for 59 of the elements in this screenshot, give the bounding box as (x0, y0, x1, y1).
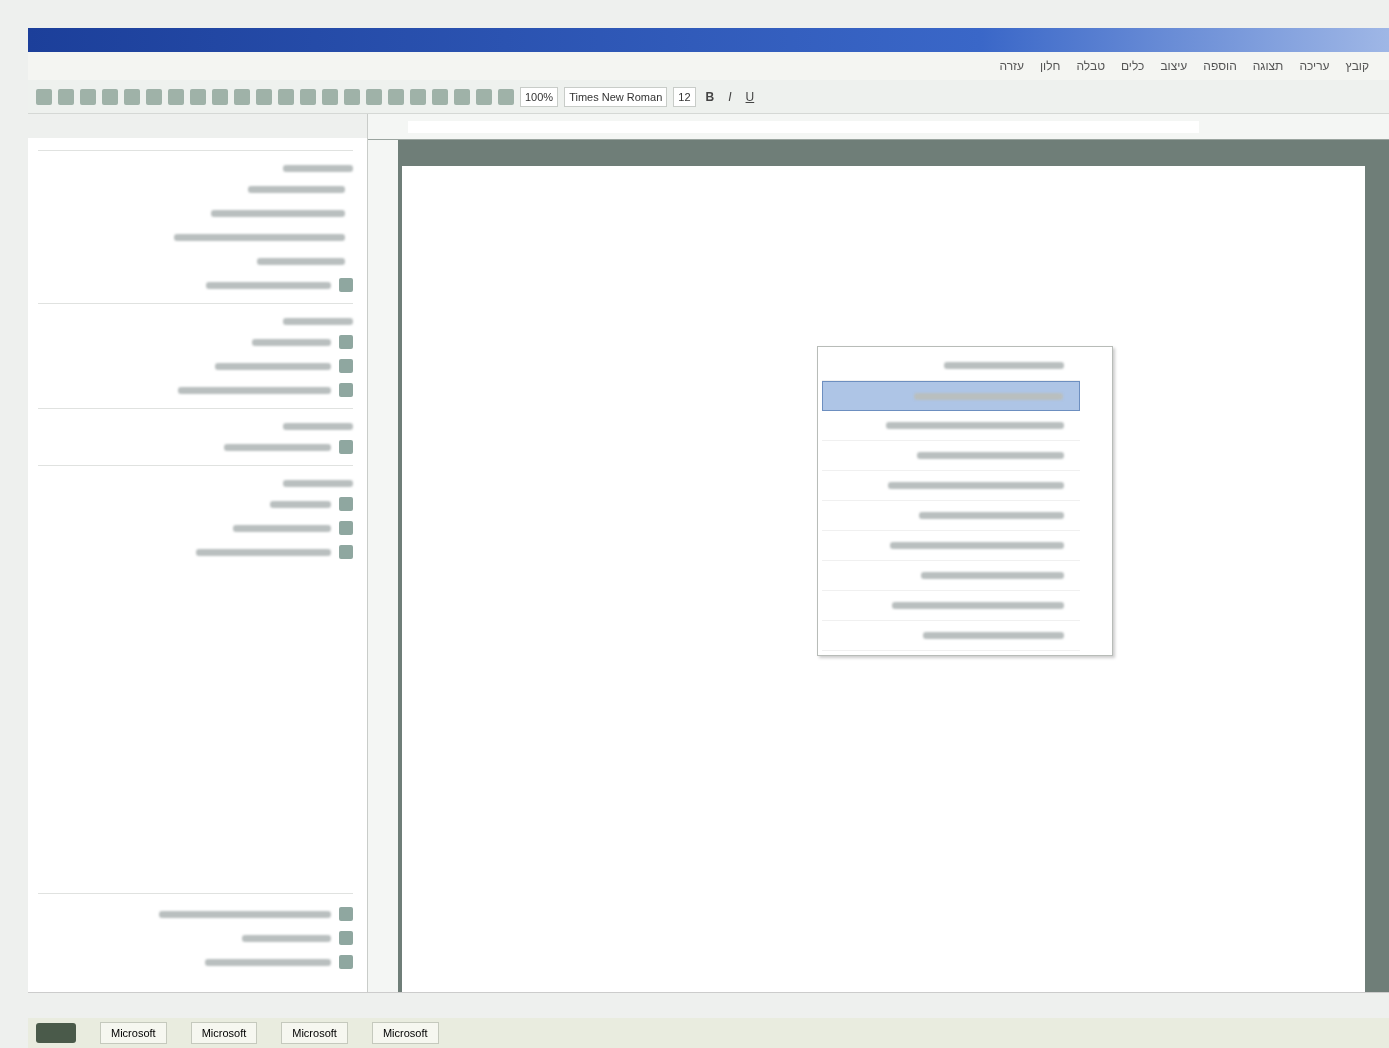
menu-item[interactable]: חלון (1031, 57, 1069, 75)
item-icon (339, 907, 353, 921)
toolbar-icon[interactable] (498, 88, 514, 105)
toolbar-icon[interactable] (212, 88, 228, 105)
blurred-text (270, 500, 331, 508)
item-icon (339, 383, 353, 397)
toolbar-icon[interactable] (146, 88, 162, 105)
item-icon (339, 335, 353, 349)
item-icon (339, 497, 353, 511)
item-icon (339, 359, 353, 373)
blurred-text (283, 480, 353, 487)
menu-item[interactable]: קובץ (1337, 57, 1377, 75)
toolbar-icon[interactable] (278, 88, 294, 105)
item-icon (339, 440, 353, 454)
blurred-text (283, 423, 353, 430)
toolbar-icon[interactable] (476, 88, 492, 105)
size-field[interactable]: 12 (673, 86, 696, 107)
item-icon (339, 931, 353, 945)
toolbar-icon[interactable] (36, 88, 52, 105)
taskbar-button[interactable]: Microsoft (100, 1022, 167, 1044)
taskbar-button[interactable]: Microsoft (190, 1022, 258, 1044)
toolbar-icon[interactable] (58, 88, 74, 105)
taskbar-button[interactable]: Microsoft (281, 1022, 348, 1044)
menu-item[interactable]: עיצוב (1152, 57, 1196, 75)
menu-item[interactable]: עריכה (1291, 57, 1338, 75)
menu-item[interactable]: תצוגה (1244, 57, 1292, 75)
menu-item[interactable]: הוספה (1195, 57, 1245, 75)
underline-button[interactable]: U (741, 87, 759, 106)
toolbar-icon[interactable] (322, 88, 338, 105)
toolbar-icon[interactable] (366, 88, 382, 105)
menu-item[interactable]: כלים (1112, 57, 1153, 75)
item-icon (339, 521, 353, 535)
toolbar-icon[interactable] (124, 88, 140, 105)
toolbar-icon[interactable] (300, 88, 316, 105)
blurred-text (283, 165, 353, 172)
menu-option[interactable] (822, 381, 1080, 411)
taskbar-button[interactable]: Microsoft (371, 1022, 439, 1044)
toolbar-icon[interactable] (256, 88, 272, 105)
italic-button[interactable]: I (724, 87, 736, 106)
toolbar-icon[interactable] (80, 88, 96, 105)
zoom-field[interactable]: 100% (520, 86, 559, 107)
bold-button[interactable]: B (701, 87, 719, 106)
item-icon (339, 545, 353, 559)
toolbar-icon[interactable] (168, 88, 184, 105)
item-icon (339, 278, 353, 292)
toolbar-icon[interactable] (410, 88, 426, 105)
toolbar-icon[interactable] (388, 88, 404, 105)
menu-item[interactable]: עזרה (991, 57, 1032, 75)
item-icon (339, 955, 353, 969)
toolbar-icon[interactable] (190, 88, 206, 105)
menu-item[interactable]: טבלה (1068, 57, 1113, 75)
start-button[interactable] (36, 1023, 76, 1043)
blurred-text (283, 318, 353, 325)
toolbar-icon[interactable] (234, 88, 250, 105)
font-field[interactable]: Times New Roman (564, 86, 668, 107)
toolbar-icon[interactable] (432, 88, 448, 105)
toolbar-icon[interactable] (344, 88, 360, 105)
toolbar-icon[interactable] (454, 88, 470, 105)
toolbar-icon[interactable] (102, 88, 118, 105)
